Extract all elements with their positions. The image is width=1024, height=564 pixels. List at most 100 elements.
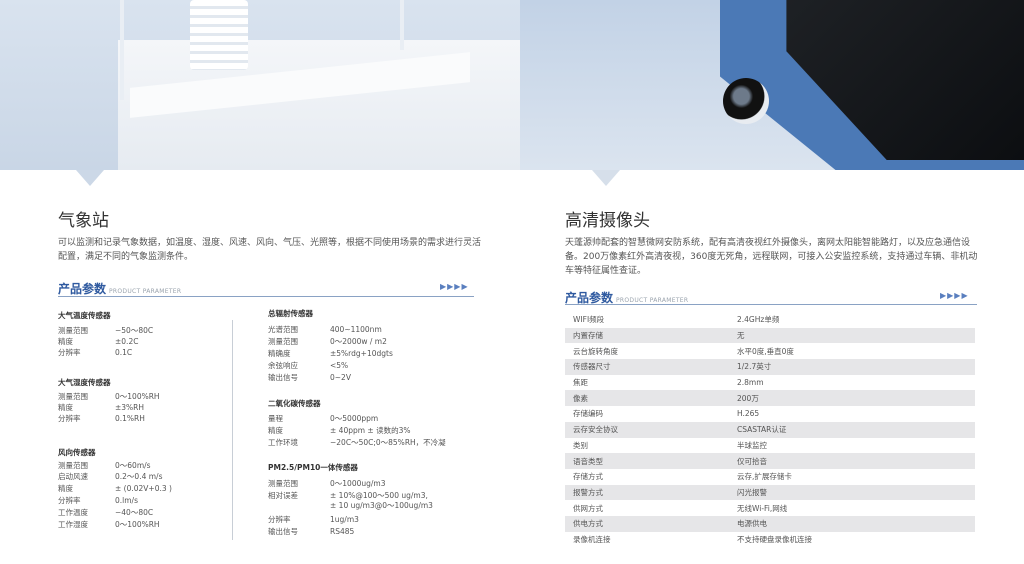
param-value: 1ug/m3 [330,515,359,524]
table-cell-key: 供电方式 [573,519,603,529]
param-key: 测量范围 [268,479,298,488]
param-value: 400~1100nm [330,325,382,334]
table-cell-key: 语音类型 [573,456,603,466]
photo-pointer-right [592,170,620,186]
table-row: 传感器尺寸 1/2.7英寸 [565,359,975,375]
param-key: 量程 [268,414,283,423]
param-key: 精度 [58,403,73,412]
table-row: 云存安全协议 CSASTAR认证 [565,421,975,438]
table-cell-value: 2.4GHz单频 [737,315,780,325]
param-key: 测量范围 [58,461,88,470]
param-value: 0.2～0.4 m/s [115,472,163,481]
table-cell-key: 录像机连接 [573,534,611,544]
param-key: 分辨率 [58,348,81,357]
table-cell-value: 半球监控 [737,440,767,450]
table-cell-value: 闪光报警 [737,487,767,497]
table-cell-value: 无线Wi-Fi,网线 [737,503,788,513]
param-key: 精度 [268,426,283,435]
table-cell-key: 云台旋转角度 [573,346,618,356]
param-key: 分辨率 [58,496,81,505]
param-key: 测量范围 [268,337,298,346]
param-key: 相对误差 [268,491,298,500]
sensor-mast-right [400,0,404,50]
sensor-group-title: PM2.5/PM10一体传感器 [268,463,358,472]
param-key: 精度 [58,484,73,493]
param-value: 0～2000w / m2 [330,337,387,346]
table-cell-value: 电源供电 [737,519,767,529]
param-value: −50～80C [115,326,154,335]
table-cell-value: 200万 [737,393,759,403]
weather-station-desc-line2: 配置，满足不同的气象监测条件。 [58,252,194,262]
table-cell-key: 内置存储 [573,331,603,341]
right-arrow-icons: ▶▶▶▶ [940,291,969,300]
param-value: 0～100%RH [115,392,160,401]
param-key: 工作湿度 [58,520,88,529]
right-param-title: 产品参数 [565,291,614,305]
sensor-group-title: 大气湿度传感器 [58,378,111,387]
table-cell-value: H.265 [737,409,760,419]
table-row: 像素 200万 [565,390,975,407]
table-cell-key: 存储方式 [573,472,603,482]
table-cell-key: 云存安全协议 [573,425,618,435]
radiation-shield [190,0,248,70]
param-value: ± 40ppm ± 读数的3% [330,426,411,435]
table-row: 供电方式 电源供电 [565,515,975,532]
table-row: 焦距 2.8mm [565,375,975,391]
sensor-group-title: 大气温度传感器 [58,311,111,320]
table-cell-key: 焦距 [573,378,588,388]
table-cell-key: 供网方式 [573,503,603,513]
sensor-group-title: 二氧化碳传感器 [268,399,321,408]
param-value: ±3%RH [115,403,145,412]
param-key: 分辨率 [58,414,81,423]
camera-title: 高清摄像头 [565,211,650,231]
camera-desc-line1: 天蓬源帅配套的智慧微网安防系统，配有高清夜视红外摄像头，离网太阳能智能路灯，以及… [565,238,971,248]
table-cell-value: 仅可拾音 [737,456,767,466]
param-key: 输出信号 [268,527,298,536]
photo-pointer-left [76,170,104,186]
right-param-divider [565,304,977,305]
table-cell-value: 不支持硬盘录像机连接 [737,534,812,544]
weather-station-desc-line1: 可以监测和记录气象数据，如温度、湿度、风速、风向、气压、光照等，根据不同使用场景… [58,238,482,248]
right-param-header: 产品参数 PRODUCT PARAMETER [565,287,688,305]
table-cell-key: 报警方式 [573,487,603,497]
param-value: 0～1000ug/m3 [330,479,386,488]
param-key: 工作环境 [268,438,298,447]
param-value: 0~2V [330,373,351,382]
param-value: 0.1%RH [115,414,145,423]
left-param-subtitle: PRODUCT PARAMETER [109,288,182,295]
param-value: RS485 [330,527,355,536]
param-key: 测量范围 [58,392,88,401]
table-row: 存储编码 H.265 [565,406,975,422]
param-key: 测量范围 [58,326,88,335]
param-key: 精确度 [268,349,291,358]
table-row: 供网方式 无线Wi-Fi,网线 [565,500,975,516]
param-value: ± 10%@100～500 ug/m3, [330,491,428,500]
param-value: ± 10 ug/m3@0～100ug/m3 [330,501,433,510]
camera-desc-line2: 备。200万像素红外高清夜视，360度无死角，远程联网，可接入公安监控系统，支持… [565,252,978,262]
table-row: 录像机连接 不支持硬盘录像机连接 [565,532,975,548]
param-value: −40～80C [115,508,154,517]
table-cell-value: 2.8mm [737,378,764,388]
table-cell-key: 传感器尺寸 [573,362,611,372]
table-cell-value: 无 [737,331,745,341]
table-cell-value: 水平0度,垂直0度 [737,346,794,356]
table-cell-key: WIFI频段 [573,315,605,325]
left-param-header: 产品参数 PRODUCT PARAMETER [58,278,181,296]
table-cell-value: 云存,扩展存储卡 [737,472,792,482]
table-row: 存储方式 云存,扩展存储卡 [565,469,975,485]
param-key: 精度 [58,337,73,346]
param-value: 0.lm/s [115,496,138,505]
table-cell-key: 存储编码 [573,409,603,419]
table-row: WIFI频段 2.4GHz单频 [565,312,975,328]
param-key: 工作温度 [58,508,88,517]
table-cell-value: CSASTAR认证 [737,425,787,435]
camera-lens [723,78,769,124]
table-cell-value: 1/2.7英寸 [737,362,772,372]
table-row: 内置存储 无 [565,327,975,344]
param-value: ± (0.02V+0.3 ) [115,484,172,493]
sensor-mast [120,0,124,100]
param-key: 启动风速 [58,472,88,481]
weather-station-title: 气象站 [58,211,109,231]
param-value: 0.1C [115,348,133,357]
param-value: <5% [330,361,349,370]
